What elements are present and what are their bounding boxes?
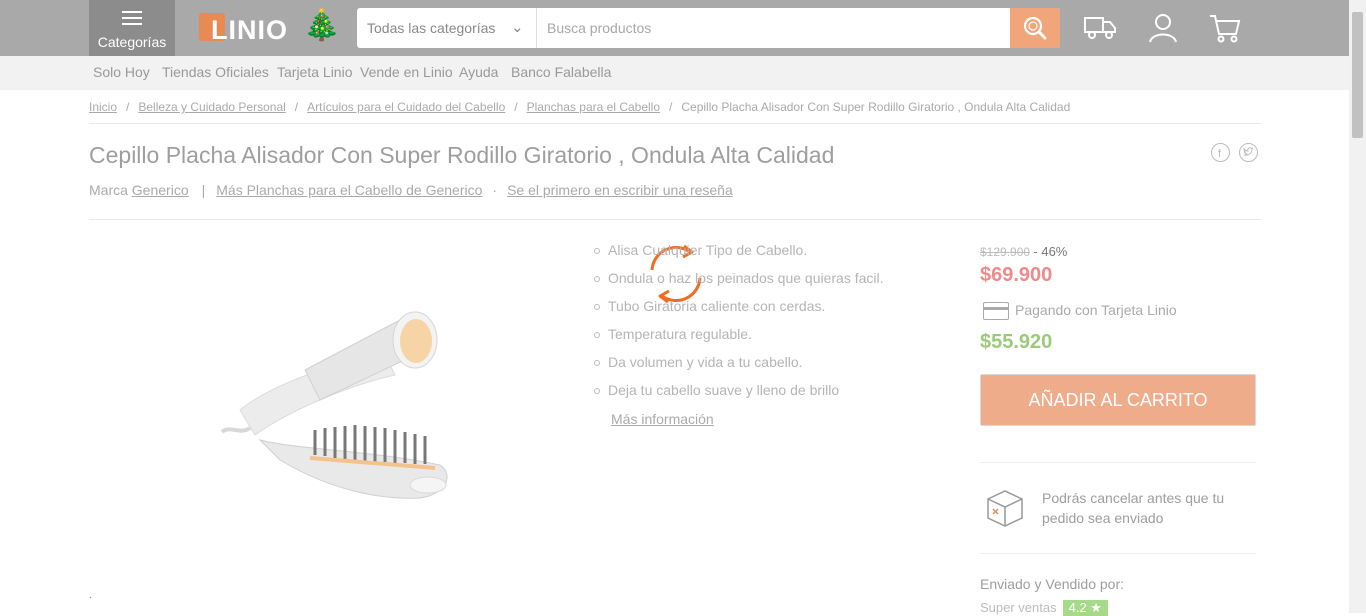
credit-card-icon xyxy=(983,302,1009,321)
thumbnail-indicator: . xyxy=(89,590,92,601)
feature-item: Temperatura regulable. xyxy=(594,326,884,354)
feature-item: Tubo Giratoria caliente con cerdas. xyxy=(594,298,884,326)
sold-by-label: Enviado y Vendido por: xyxy=(980,576,1124,592)
breadcrumb-link-planchas[interactable]: Planchas para el Cabello xyxy=(527,100,660,114)
cancel-note: Podrás cancelar antes que tu pedido sea … xyxy=(1042,490,1225,526)
cancel-package-icon xyxy=(985,488,1025,528)
subnav-item-tarjeta-linio[interactable]: Tarjeta Linio xyxy=(277,64,353,80)
brand-link[interactable]: Generico xyxy=(132,182,189,198)
linio-logo[interactable]: LINIO 🎄 xyxy=(199,8,341,48)
scrollbar-thumb[interactable] xyxy=(1352,12,1363,138)
search-bar: Todas las categorías ⌄ xyxy=(357,8,1060,48)
current-price: $69.900 xyxy=(980,264,1053,286)
subnav-item-tiendas-oficiales[interactable]: Tiendas Oficiales xyxy=(162,64,269,80)
search-button[interactable] xyxy=(1010,8,1060,48)
write-review-link[interactable]: Se el primero en escribir una reseña xyxy=(507,182,733,198)
delivery-truck-icon[interactable] xyxy=(1082,10,1118,46)
user-account-icon[interactable] xyxy=(1145,10,1181,46)
twitter-share-icon[interactable] xyxy=(1239,143,1258,162)
breadcrumb: Inicio / Belleza y Cuidado Personal / Artícu… xyxy=(89,100,1071,114)
divider xyxy=(980,553,1256,554)
chevron-down-icon: ⌄ xyxy=(511,19,524,36)
facebook-share-icon[interactable]: f xyxy=(1211,143,1230,162)
top-header: Categorías LINIO 🎄 Todas las categorías … xyxy=(0,0,1349,56)
categories-button[interactable]: Categorías xyxy=(89,0,175,56)
card-price: $55.920 xyxy=(980,331,1053,353)
subnav-item-solo-hoy[interactable]: Solo Hoy xyxy=(93,64,150,80)
more-info-link[interactable]: Más información xyxy=(611,411,714,427)
discount-badge: - 46% xyxy=(1033,244,1068,259)
christmas-tree-icon: 🎄 xyxy=(303,9,341,42)
feature-item: Da volumen y vida a tu cabello. xyxy=(594,354,884,382)
old-price: $129.900 xyxy=(980,245,1031,259)
product-meta: Marca Generico | Más Planchas para el Cabe… xyxy=(89,182,733,198)
search-input[interactable] xyxy=(538,8,1010,48)
card-payment-label: Pagando con Tarjeta Linio xyxy=(1015,302,1177,318)
svg-text:f: f xyxy=(1218,148,1222,160)
divider xyxy=(89,219,1261,220)
shopping-cart-icon[interactable] xyxy=(1207,10,1243,46)
product-image[interactable] xyxy=(210,300,480,520)
breadcrumb-link-belleza[interactable]: Belleza y Cuidado Personal xyxy=(138,100,285,114)
breadcrumb-link-inicio[interactable]: Inicio xyxy=(89,100,117,114)
card-payment-row: Pagando con Tarjeta Linio xyxy=(983,302,1177,321)
subnav-item-vende-en-linio[interactable]: Vende en Linio xyxy=(360,64,453,80)
menu-icon xyxy=(122,11,142,25)
feature-item: Alisa Cualquier Tipo de Cabello. xyxy=(594,242,884,270)
breadcrumb-current: Cepillo Placha Alisador Con Super Rodill… xyxy=(681,100,1071,114)
categories-label: Categorías xyxy=(97,34,167,50)
feature-item: Ondula o haz los peinados que quieras fa… xyxy=(594,270,884,298)
more-from-brand-link[interactable]: Más Planchas para el Cabello de Generico xyxy=(216,182,482,198)
search-icon xyxy=(1023,16,1047,40)
seller-rating-badge: 4.2 ★ xyxy=(1062,600,1108,616)
add-to-cart-button[interactable]: AÑADIR AL CARRITO xyxy=(980,374,1256,426)
brand-prefix: Marca xyxy=(89,182,128,198)
secondary-nav: Solo Hoy Tiendas Oficiales Tarjeta Linio… xyxy=(0,56,1349,90)
divider xyxy=(89,123,1261,124)
feature-item: Deja tu cabello suave y lleno de brillo xyxy=(594,382,884,410)
seller-rating-row: Super ventas 4.2 ★ xyxy=(980,600,1108,616)
page-scrollbar[interactable] xyxy=(1349,0,1366,613)
category-select-value: Todas las categorías xyxy=(367,20,496,36)
feature-list: Alisa Cualquier Tipo de Cabello. Ondula … xyxy=(594,242,884,410)
category-select[interactable]: Todas las categorías ⌄ xyxy=(357,8,537,48)
divider xyxy=(980,462,1256,463)
product-title: Cepillo Placha Alisador Con Super Rodill… xyxy=(89,142,835,168)
old-price-row: $129.900 - 46% xyxy=(980,244,1067,259)
logo-text: LINIO xyxy=(211,15,288,45)
subnav-item-ayuda[interactable]: Ayuda xyxy=(459,64,498,80)
subnav-item-banco-falabella[interactable]: Banco Falabella xyxy=(511,64,611,80)
breadcrumb-link-cuidado-cabello[interactable]: Artículos para el Cuidado del Cabello xyxy=(307,100,505,114)
